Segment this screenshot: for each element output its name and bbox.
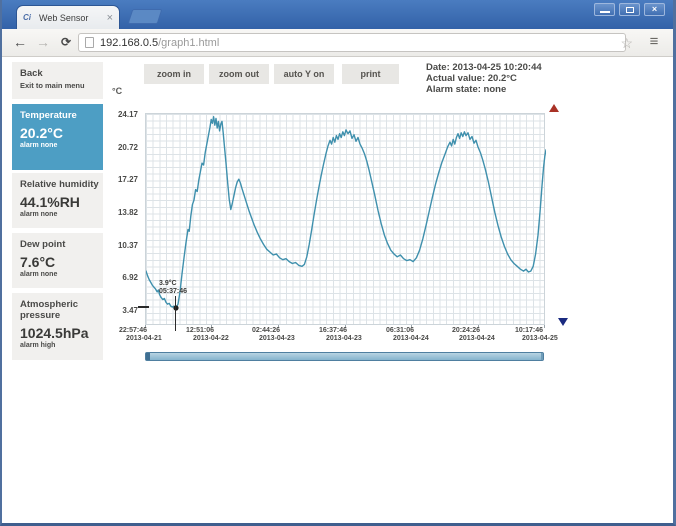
x-tick-label: 10:17:46 2013-04-25 [515,327,558,342]
y-tick-label: 24.17 [117,110,138,119]
humidity-alarm: alarm none [20,211,58,218]
minimize-icon [600,11,610,13]
scale-up-arrow-icon[interactable] [549,104,559,112]
y-tick-label: 6.92 [122,273,138,282]
site-favicon-icon: Ci [23,13,31,22]
pressure-label: Atmospheric pressure [20,299,79,321]
sidebar-item-humidity[interactable]: Relative humidity 44.1%RH alarm none [12,173,103,228]
dew-point-value: 7.6°C [20,254,56,270]
min-point-annotation: 3.9°C 05:37:46 [159,280,187,296]
scrollbar-right-handle[interactable] [541,353,543,360]
browser-toolbar: ← → ⟳ 192.168.0.5/graph1.html ☆ ≡ [2,29,673,57]
x-tick-label: 22:57:46 2013-04-21 [119,327,162,342]
auto-y-button[interactable]: auto Y on [274,64,334,84]
y-tick-label: 20.72 [117,143,138,152]
new-tab-button[interactable] [127,9,163,24]
print-button[interactable]: print [342,64,399,84]
back-button[interactable]: ← [10,32,30,52]
annotation-time: 05:37:46 [159,288,188,295]
browser-tab[interactable]: Ci Web Sensor × [16,5,120,29]
temperature-alarm: alarm none [20,142,58,149]
y-axis-unit-label: °C [112,86,123,96]
temperature-label: Temperature [20,110,77,121]
status-block: Date: 2013-04-25 10:20:44 Actual value: … [426,62,542,95]
zoom-in-button[interactable]: zoom in [144,64,204,84]
url-host: 192.168.0.5 [100,36,159,49]
y-tick-label: 17.27 [117,175,138,184]
sidebar-item-pressure[interactable]: Atmospheric pressure 1024.5hPa alarm hig… [12,293,103,360]
back-sublabel: Exit to main menu [20,81,85,90]
temperature-value: 20.2°C [20,125,63,141]
x-tick-label: 12:51:06 2013-04-22 [186,327,229,342]
back-label: Back [20,68,43,79]
minimize-button[interactable] [594,3,615,16]
dew-point-alarm: alarm none [20,271,58,278]
sidebar-item-dew-point[interactable]: Dew point 7.6°C alarm none [12,233,103,288]
pressure-alarm: alarm high [20,342,56,349]
url-path: /graph1.html [158,36,220,49]
page-content: Back Exit to main menu Temperature 20.2°… [2,57,673,523]
sidebar-item-back[interactable]: Back Exit to main menu [12,62,103,99]
scrollbar-left-handle[interactable] [146,353,150,360]
y-tick-label: 13.82 [117,208,138,217]
sidebar-item-temperature[interactable]: Temperature 20.2°C alarm none [12,104,103,170]
time-range-scrollbar[interactable] [145,352,544,361]
maximize-button[interactable] [619,3,640,16]
y-tick-label: 10.37 [117,241,138,250]
annotation-temp: 3.9°C [159,280,177,287]
status-alarm-state: Alarm state: none [426,84,507,95]
cursor-axis-dash [138,306,149,308]
zoom-out-button[interactable]: zoom out [209,64,269,84]
close-button[interactable]: × [644,3,665,16]
x-tick-label: 06:31:06 2013-04-24 [386,327,429,342]
humidity-value: 44.1%RH [20,194,80,210]
close-icon: × [651,4,658,14]
tab-title: Web Sensor [39,12,89,23]
refresh-button[interactable]: ⟳ [56,32,76,52]
address-bar[interactable]: 192.168.0.5/graph1.html [78,33,626,52]
page-icon [85,37,94,48]
y-tick-label: 3.47 [122,306,138,315]
humidity-label: Relative humidity [20,179,99,190]
forward-button[interactable]: → [33,32,53,52]
maximize-icon [626,7,634,13]
browser-titlebar: Ci Web Sensor × × [2,0,673,29]
browser-menu-icon[interactable]: ≡ [643,32,665,53]
x-tick-label: 02:44:26 2013-04-23 [252,327,295,342]
status-date: Date: 2013-04-25 10:20:44 [426,62,542,73]
chart-plot-area[interactable] [145,113,546,325]
temperature-series [146,116,546,311]
x-tick-label: 20:24:26 2013-04-24 [452,327,495,342]
tab-close-icon[interactable]: × [107,12,113,23]
x-tick-label: 16:37:46 2013-04-23 [319,327,362,342]
cursor-vertical-line [174,296,176,331]
status-actual-value: Actual value: 20.2°C [426,73,517,84]
scale-down-arrow-icon[interactable] [558,318,568,326]
bookmark-star-icon[interactable]: ☆ [620,33,633,53]
browser-window: Ci Web Sensor × × ← → ⟳ 192.168.0.5/grap… [0,0,676,526]
pressure-value: 1024.5hPa [20,325,89,341]
dew-point-label: Dew point [20,239,66,250]
